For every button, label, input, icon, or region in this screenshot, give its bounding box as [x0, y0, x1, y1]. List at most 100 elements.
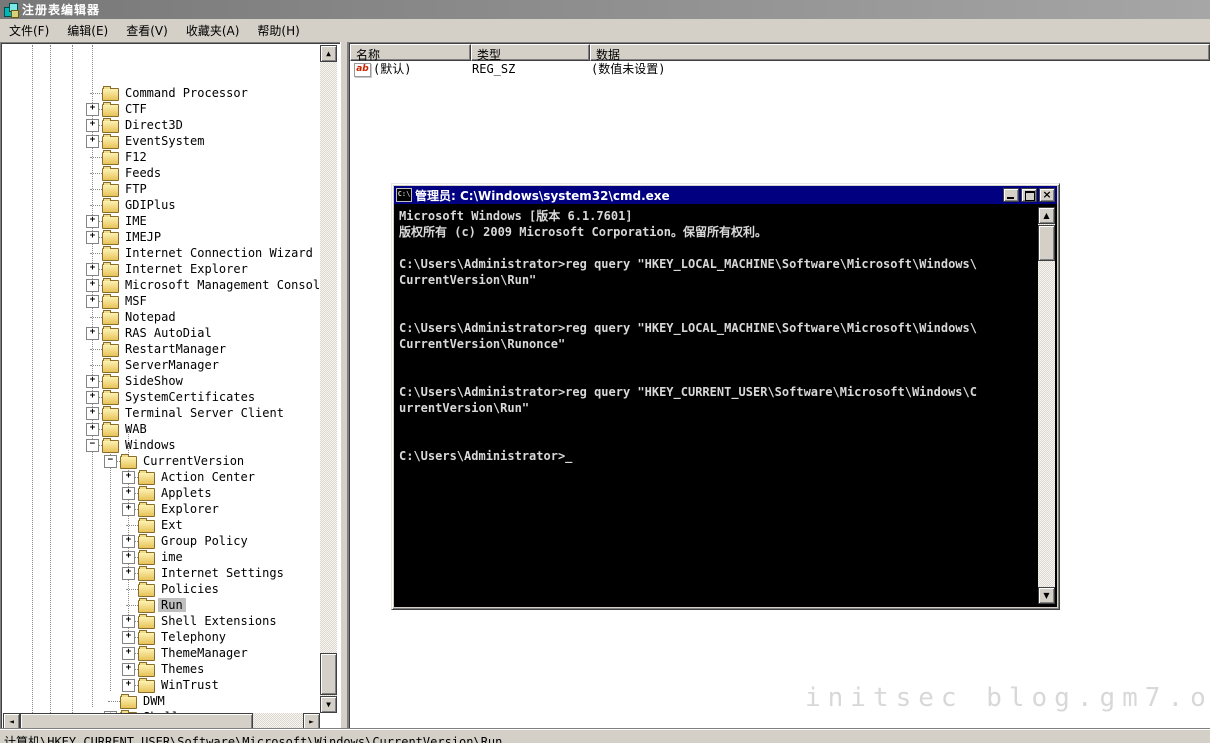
column-header[interactable]: 类型 — [471, 44, 590, 61]
folder-icon — [138, 568, 155, 581]
cmd-window[interactable]: C:\ 管理员: C:\Windows\system32\cmd.exe × M… — [391, 183, 1060, 610]
expand-plus-icon[interactable]: + — [122, 471, 135, 484]
expand-plus-icon[interactable]: + — [86, 135, 99, 148]
column-header[interactable]: 名称 — [350, 44, 471, 61]
tree-item-label[interactable]: Notepad — [122, 310, 179, 324]
value-name-cell: (默认) — [373, 61, 411, 77]
tree-item-label[interactable]: Feeds — [122, 166, 164, 180]
tree-item-label[interactable]: RestartManager — [122, 342, 229, 356]
tree-item-label[interactable]: CTF — [122, 102, 150, 116]
console-area[interactable]: Microsoft Windows [版本 6.1.7601]版权所有 (c) … — [394, 204, 1057, 607]
folder-icon — [138, 584, 155, 597]
expand-plus-icon[interactable]: + — [86, 263, 99, 276]
tree-item-label[interactable]: GDIPlus — [122, 198, 179, 212]
menu-item-edit[interactable]: 编辑(E) — [58, 19, 117, 42]
tree-item-label[interactable]: ime — [158, 550, 186, 564]
menu-item-help[interactable]: 帮助(H) — [248, 19, 308, 42]
tree-item-label[interactable]: Terminal Server Client — [122, 406, 287, 420]
status-bar-path: 计算机\HKEY_CURRENT_USER\Software\Microsoft… — [4, 733, 1210, 743]
scroll-up-button[interactable]: ▲ — [1038, 207, 1055, 224]
expand-plus-icon[interactable]: + — [122, 663, 135, 676]
tree-vertical-scrollbar[interactable]: ▲ ▼ — [320, 45, 337, 713]
column-header[interactable]: 数据 — [590, 44, 1210, 61]
expand-plus-icon[interactable]: + — [122, 567, 135, 580]
expand-plus-icon[interactable]: + — [86, 327, 99, 340]
collapse-minus-icon[interactable]: − — [104, 455, 117, 468]
expand-plus-icon[interactable]: + — [122, 631, 135, 644]
tree-item-label[interactable]: Explorer — [158, 502, 222, 516]
tree-item-label[interactable]: Policies — [158, 582, 222, 596]
tree-item-label[interactable]: WinTrust — [158, 678, 222, 692]
expand-plus-icon[interactable]: + — [86, 103, 99, 116]
expand-plus-icon[interactable]: + — [86, 279, 99, 292]
tree-item-label[interactable]: Internet Connection Wizard — [122, 246, 316, 260]
cmd-title-bar[interactable]: C:\ 管理员: C:\Windows\system32\cmd.exe × — [394, 186, 1057, 204]
tree-item-label[interactable]: RAS AutoDial — [122, 326, 215, 340]
maximize-button[interactable] — [1021, 188, 1037, 202]
tree-item-label[interactable]: Telephony — [158, 630, 229, 644]
expand-plus-icon[interactable]: + — [122, 551, 135, 564]
expand-plus-icon[interactable]: + — [86, 423, 99, 436]
expand-plus-icon[interactable]: + — [86, 375, 99, 388]
scroll-thumb[interactable] — [1038, 225, 1055, 261]
tree-item-label[interactable]: Internet Settings — [158, 566, 287, 580]
tree-item-label[interactable]: IME — [122, 214, 150, 228]
expand-plus-icon[interactable]: + — [86, 119, 99, 132]
tree-item-label[interactable]: WAB — [122, 422, 150, 436]
scroll-thumb[interactable] — [320, 653, 337, 695]
tree-item-label[interactable]: IMEJP — [122, 230, 164, 244]
tree-item-label[interactable]: Shell Extensions — [158, 614, 280, 628]
scroll-down-button[interactable]: ▼ — [1038, 587, 1055, 604]
tree-view[interactable]: Command Processor + CTF + Direct3D + EventSyst… — [3, 45, 320, 713]
close-button[interactable]: × — [1039, 188, 1055, 202]
menu-item-view[interactable]: 查看(V) — [117, 19, 177, 42]
tree-item-label[interactable]: Applets — [158, 486, 215, 500]
scroll-right-button[interactable]: ► — [303, 713, 320, 730]
tree-item-label[interactable]: F12 — [122, 150, 150, 164]
console-scrollbar[interactable]: ▲ ▼ — [1038, 207, 1055, 604]
tree-item-label[interactable]: MSF — [122, 294, 150, 308]
expand-plus-icon[interactable]: + — [86, 215, 99, 228]
tree-item-label[interactable]: FTP — [122, 182, 150, 196]
menu-item-favorites[interactable]: 收藏夹(A) — [177, 19, 249, 42]
expand-plus-icon[interactable]: + — [122, 487, 135, 500]
expand-plus-icon[interactable]: + — [122, 615, 135, 628]
tree-item-label[interactable]: Microsoft Management Console — [122, 278, 320, 292]
expand-plus-icon[interactable]: + — [122, 647, 135, 660]
menu-item-file[interactable]: 文件(F) — [0, 19, 58, 42]
tree-item-label[interactable]: Internet Explorer — [122, 262, 251, 276]
expand-plus-icon[interactable]: + — [122, 679, 135, 692]
tree-item-label[interactable]: SideShow — [122, 374, 186, 388]
tree-item-label[interactable]: Run — [158, 598, 186, 612]
tree-horizontal-scrollbar[interactable]: ◄ ► — [3, 713, 320, 730]
tree-item-label[interactable]: EventSystem — [122, 134, 207, 148]
scroll-thumb[interactable] — [20, 713, 253, 730]
pane-splitter[interactable] — [340, 42, 348, 731]
scroll-down-button[interactable]: ▼ — [320, 696, 337, 713]
expand-plus-icon[interactable]: + — [86, 295, 99, 308]
table-row[interactable]: ab(默认)REG_SZ(数值未设置) — [350, 61, 1210, 77]
tree-item-label[interactable]: DWM — [140, 694, 168, 708]
tree-item-label[interactable]: ThemeManager — [158, 646, 251, 660]
expand-plus-icon[interactable]: + — [122, 503, 135, 516]
tree-item-label[interactable]: Windows — [122, 438, 179, 452]
scroll-up-button[interactable]: ▲ — [320, 45, 337, 62]
tree-item-label[interactable]: ServerManager — [122, 358, 222, 372]
minimize-button[interactable] — [1003, 188, 1019, 202]
tree-item-label[interactable]: Ext — [158, 518, 186, 532]
expand-plus-icon[interactable]: + — [86, 407, 99, 420]
tree-item-label[interactable]: Command Processor — [122, 86, 251, 100]
tree-item-label[interactable]: Direct3D — [122, 118, 186, 132]
expand-plus-icon[interactable]: + — [86, 231, 99, 244]
tree-item-label[interactable]: CurrentVersion — [140, 454, 247, 468]
tree-item-label[interactable]: Group Policy — [158, 534, 251, 548]
expand-plus-icon[interactable]: + — [122, 535, 135, 548]
tree-item-label[interactable]: Themes — [158, 662, 207, 676]
scroll-left-button[interactable]: ◄ — [3, 713, 20, 730]
tree-item-label[interactable]: Action Center — [158, 470, 258, 484]
folder-icon — [120, 456, 137, 469]
tree-item-label[interactable]: SystemCertificates — [122, 390, 258, 404]
expand-plus-icon[interactable]: + — [86, 391, 99, 404]
collapse-minus-icon[interactable]: − — [86, 439, 99, 452]
minimize-icon — [1007, 197, 1014, 199]
